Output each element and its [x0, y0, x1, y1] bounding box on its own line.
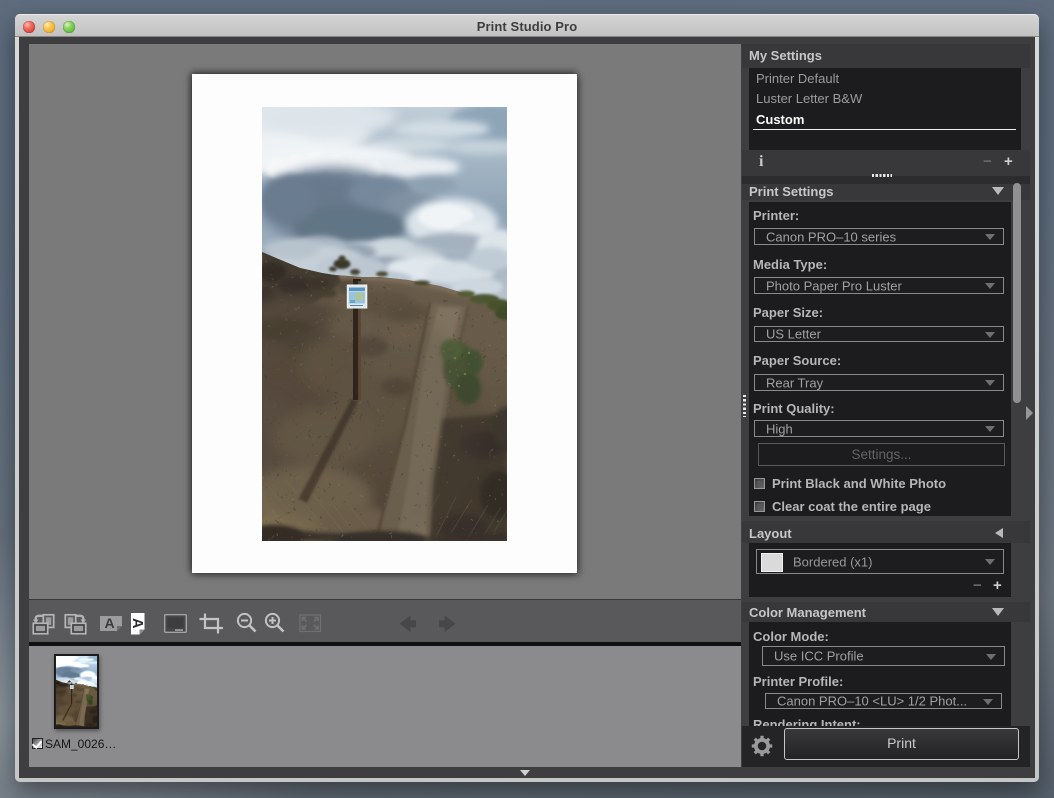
svg-text:A: A [129, 618, 145, 629]
svg-text:A: A [104, 615, 114, 631]
